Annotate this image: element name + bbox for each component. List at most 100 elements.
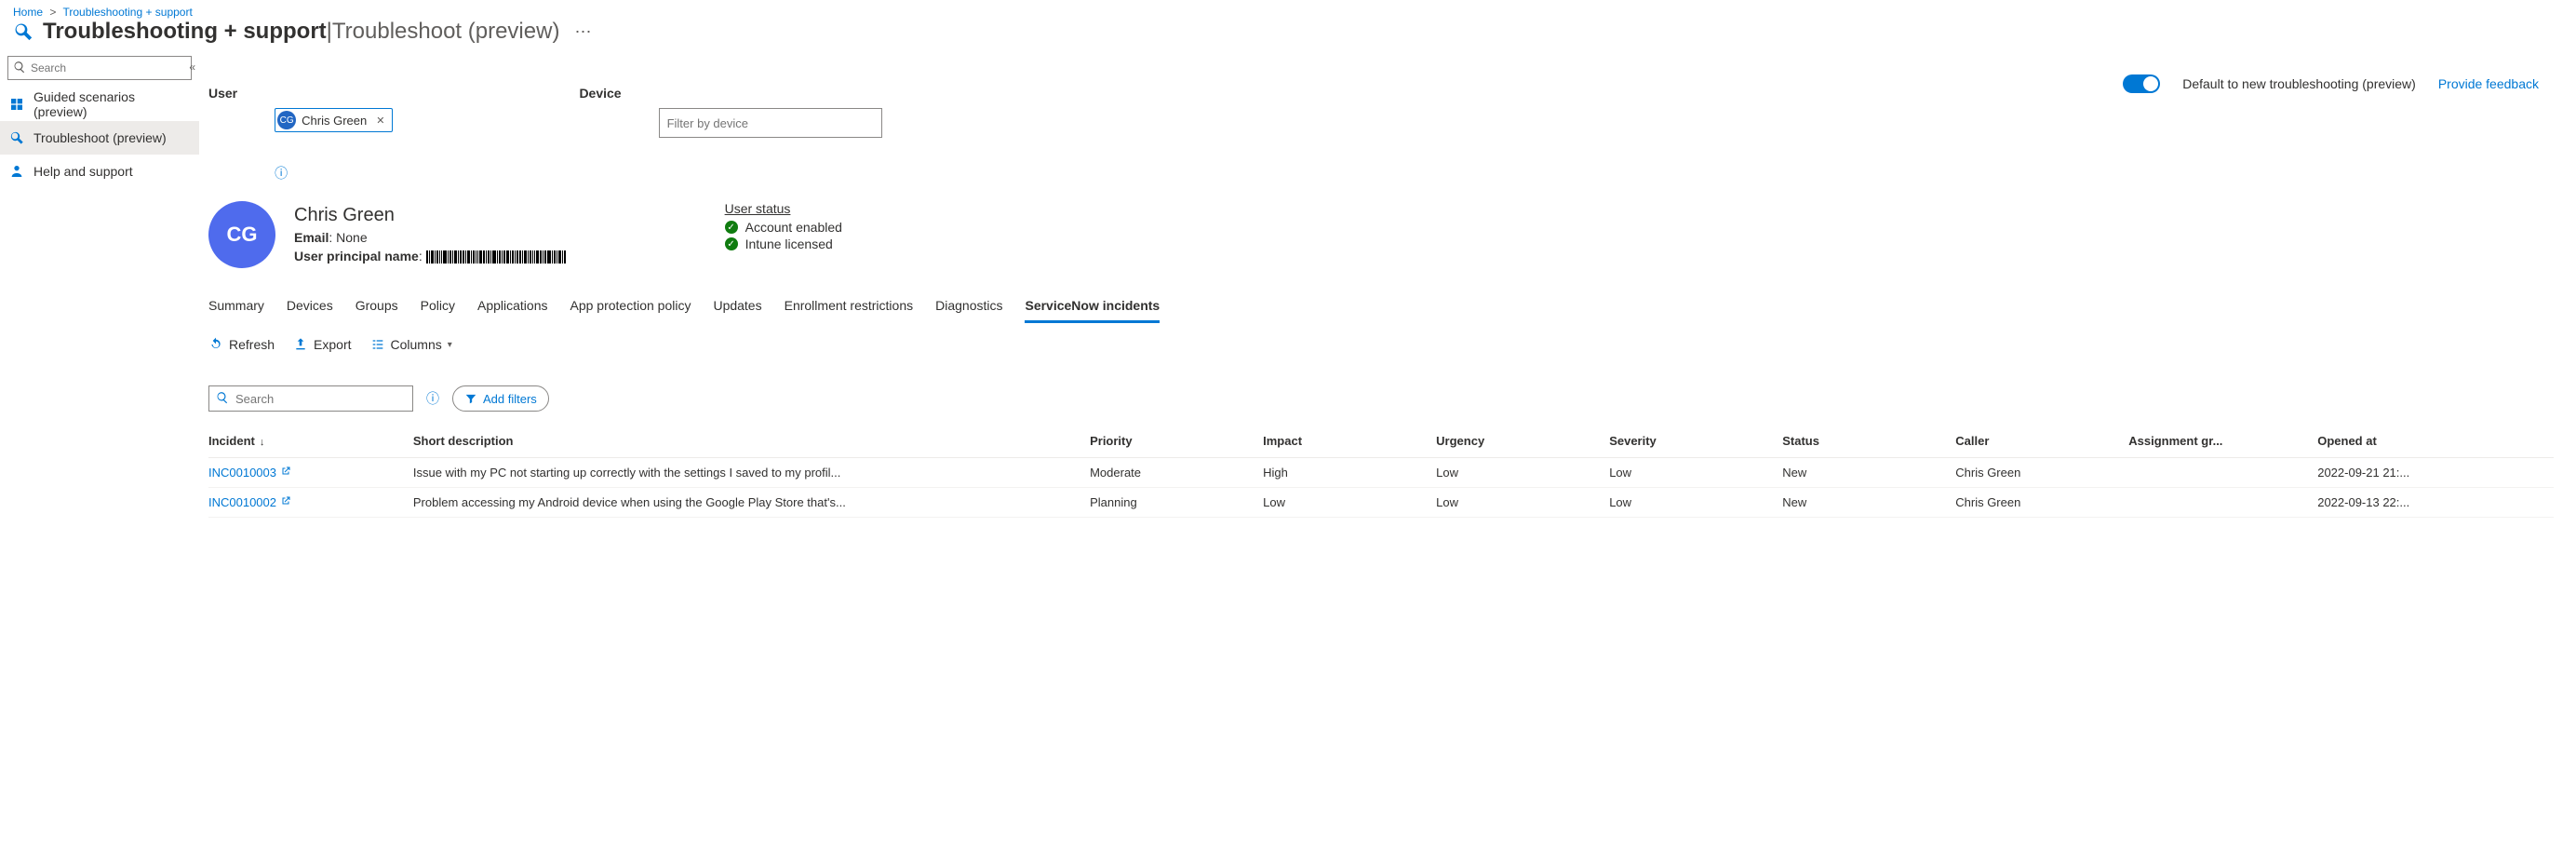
user-status-header: User status [725,201,842,216]
page-title-main: Troubleshooting + support [43,19,327,45]
table-row[interactable]: INC0010002 Problem accessing my Android d… [208,488,2554,518]
tab-app-protection-policy[interactable]: App protection policy [570,294,691,323]
breadcrumb-current[interactable]: Troubleshooting + support [63,6,193,19]
user-avatar: CG [208,201,275,268]
filter-row: ⓘ Add filters [208,385,2554,412]
breadcrumb: Home > Troubleshooting + support [0,0,2576,19]
user-device-bar: User CG Chris Green ✕ ⓘ Device [208,52,2554,196]
status-intune-licensed: ✓ Intune licensed [725,237,842,251]
troubleshoot-icon [11,20,35,44]
user-chip-name: Chris Green [302,114,367,128]
more-button[interactable]: ⋯ [574,22,591,42]
tab-updates[interactable]: Updates [713,294,761,323]
cell-severity: Low [1609,458,1782,488]
sidebar-item-guided-scenarios[interactable]: Guided scenarios (preview) [0,88,199,121]
sort-desc-icon: ↓ [257,437,265,448]
col-caller[interactable]: Caller [1955,425,2128,458]
device-filter-input[interactable] [659,108,882,138]
col-urgency[interactable]: Urgency [1436,425,1609,458]
tab-enrollment-restrictions[interactable]: Enrollment restrictions [785,294,914,323]
user-label: User [208,86,237,101]
search-icon [13,61,26,76]
user-name: Chris Green [294,205,567,226]
incident-link[interactable]: INC0010003 [208,466,276,480]
external-link-icon[interactable] [280,466,291,480]
col-opened-at[interactable]: Opened at [2317,425,2554,458]
search-icon [216,391,229,407]
chevron-down-icon: ▾ [448,340,452,350]
cell-group [2128,458,2317,488]
incidents-search-input[interactable] [208,385,413,412]
user-chip-remove[interactable]: ✕ [376,115,384,127]
status-account-enabled: ✓ Account enabled [725,220,842,235]
sidebar: « Guided scenarios (preview) Troubleshoo… [0,52,199,518]
sidebar-item-label: Troubleshoot (preview) [34,130,167,145]
search-info-icon[interactable]: ⓘ [426,389,439,408]
main-content: User CG Chris Green ✕ ⓘ Device [199,52,2576,518]
sidebar-collapse-button[interactable]: « [189,61,195,74]
tab-applications[interactable]: Applications [477,294,548,323]
cell-status: New [1782,488,1955,518]
tab-summary[interactable]: Summary [208,294,264,323]
cell-urgency: Low [1436,488,1609,518]
sidebar-item-troubleshoot[interactable]: Troubleshoot (preview) [0,121,199,155]
user-chip[interactable]: CG Chris Green ✕ [275,108,393,132]
cell-impact: Low [1263,488,1436,518]
cell-caller: Chris Green [1955,488,2128,518]
user-chip-info-icon[interactable]: ⓘ [275,164,393,182]
refresh-button[interactable]: Refresh [208,337,275,352]
user-upn-row: User principal name: [294,249,567,264]
cell-caller: Chris Green [1955,458,2128,488]
col-assignment-gr-[interactable]: Assignment gr... [2128,425,2317,458]
troubleshoot-small-icon [9,130,24,145]
page-title-sub: Troubleshoot (preview) [332,19,560,45]
user-card: CG Chris Green Email: None User principa… [208,196,2554,277]
breadcrumb-home[interactable]: Home [13,6,43,19]
breadcrumb-sep: > [49,6,56,19]
tab-devices[interactable]: Devices [287,294,333,323]
col-impact[interactable]: Impact [1263,425,1436,458]
check-icon: ✓ [725,221,738,234]
sidebar-item-label: Guided scenarios (preview) [34,89,190,119]
add-filters-button[interactable]: Add filters [452,385,549,412]
user-email-row: Email: None [294,230,567,245]
upn-barcode [426,250,567,264]
tab-servicenow-incidents[interactable]: ServiceNow incidents [1025,294,1160,323]
col-incident[interactable]: Incident ↓ [208,425,413,458]
incidents-table: Incident ↓Short descriptionPriorityImpac… [208,425,2554,518]
sidebar-search: « [7,56,192,80]
cell-urgency: Low [1436,458,1609,488]
help-support-icon [9,164,24,179]
guided-scenarios-icon [9,97,24,112]
user-chip-avatar: CG [277,111,296,129]
sidebar-item-help-support[interactable]: Help and support [0,155,199,188]
cell-priority: Moderate [1090,458,1263,488]
col-priority[interactable]: Priority [1090,425,1263,458]
tab-groups[interactable]: Groups [356,294,398,323]
external-link-icon[interactable] [280,495,291,509]
cell-opened: 2022-09-21 21:... [2317,458,2554,488]
sidebar-search-input[interactable] [7,56,192,80]
tab-diagnostics[interactable]: Diagnostics [935,294,1002,323]
cell-group [2128,488,2317,518]
incident-link[interactable]: INC0010002 [208,495,276,509]
col-status[interactable]: Status [1782,425,1955,458]
columns-button[interactable]: Columns ▾ [370,337,452,352]
cell-priority: Planning [1090,488,1263,518]
cell-impact: High [1263,458,1436,488]
cell-opened: 2022-09-13 22:... [2317,488,2554,518]
tab-policy[interactable]: Policy [421,294,455,323]
table-header-row: Incident ↓Short descriptionPriorityImpac… [208,425,2554,458]
sidebar-item-label: Help and support [34,164,133,179]
user-status-block: User status ✓ Account enabled ✓ Intune l… [725,201,842,268]
page-header: Troubleshooting + support | Troubleshoot… [0,19,2576,52]
tabs: Summary Devices Groups Policy Applications Ap… [208,294,2554,324]
check-icon: ✓ [725,237,738,250]
col-severity[interactable]: Severity [1609,425,1782,458]
export-button[interactable]: Export [293,337,351,352]
cell-status: New [1782,458,1955,488]
cell-desc: Issue with my PC not starting up correct… [413,458,1090,488]
table-row[interactable]: INC0010003 Issue with my PC not starting … [208,458,2554,488]
cell-desc: Problem accessing my Android device when… [413,488,1090,518]
col-short-description[interactable]: Short description [413,425,1090,458]
